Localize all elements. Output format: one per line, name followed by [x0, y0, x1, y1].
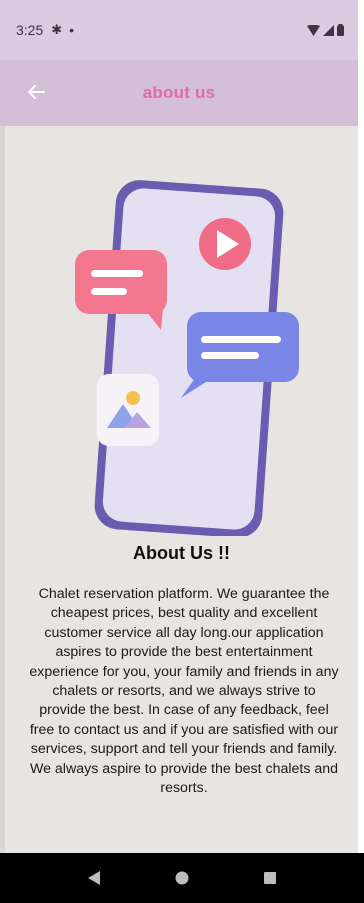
status-icons [307, 24, 344, 36]
arrow-left-icon [28, 85, 45, 99]
about-text: Chalet reservation platform. We guarante… [29, 586, 339, 797]
app-bar: about us [0, 60, 358, 126]
back-button[interactable] [22, 78, 50, 106]
system-nav-bar [0, 853, 364, 903]
right-edge [358, 0, 364, 853]
dot-icon: • [69, 22, 75, 38]
signal-icon [323, 24, 334, 36]
gear-icon: ✱ [51, 22, 63, 37]
nav-recents-button[interactable] [250, 858, 290, 898]
nav-home-button[interactable] [162, 858, 202, 898]
back-triangle-icon [88, 871, 100, 885]
chat-phone-illustration [75, 180, 299, 536]
page-title: about us [142, 83, 216, 102]
recents-square-icon [264, 872, 276, 884]
status-bar: 3:25 ✱ • [0, 0, 358, 60]
wifi-icon [307, 24, 320, 36]
about-content: About Us !! Chalet reservation platform.… [0, 126, 358, 853]
battery-icon [337, 24, 344, 36]
home-circle-icon [175, 871, 189, 885]
status-time: 3:25 [16, 22, 44, 38]
nav-back-button[interactable] [74, 858, 114, 898]
about-heading: About Us !! [133, 543, 230, 563]
